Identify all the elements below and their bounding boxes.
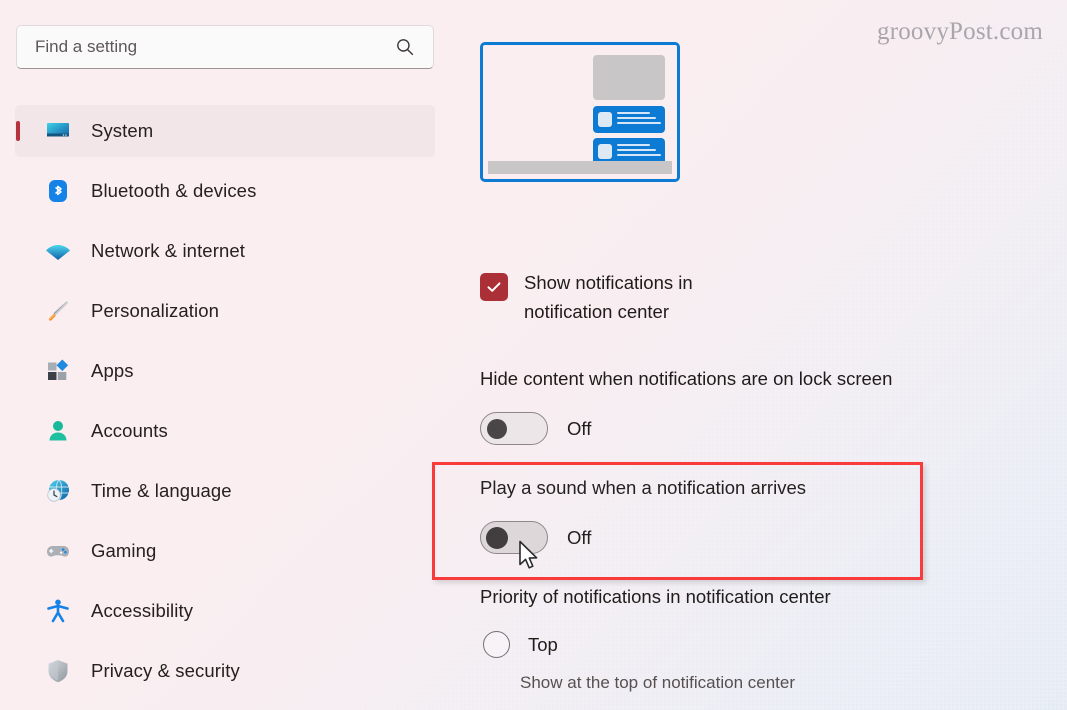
search-input[interactable] (35, 37, 395, 57)
clock-globe-icon (45, 478, 71, 504)
preview-toast-1 (593, 106, 665, 133)
show-notifications-checkbox-row[interactable]: Show notifications in notification cente… (480, 268, 754, 326)
gamepad-icon (45, 538, 71, 564)
hide-content-toggle[interactable] (480, 412, 548, 445)
search-icon[interactable] (395, 37, 415, 57)
monitor-icon (45, 118, 71, 144)
paintbrush-icon (45, 298, 71, 324)
sidebar-item-accounts[interactable]: Accounts (15, 405, 435, 457)
bluetooth-icon (45, 178, 71, 204)
sidebar-item-apps[interactable]: Apps (15, 345, 435, 397)
sidebar-item-network-internet[interactable]: Network & internet (15, 225, 435, 277)
selection-indicator (16, 121, 20, 141)
sidebar-item-time-language[interactable]: Time & language (15, 465, 435, 517)
hide-content-setting-title: Hide content when notifications are on l… (480, 368, 893, 389)
sidebar-item-personalization[interactable]: Personalization (15, 285, 435, 337)
checkbox-label: Show notifications in notification cente… (524, 272, 693, 322)
sidebar-item-gaming[interactable]: Gaming (15, 525, 435, 577)
priority-top-description: Show at the top of notification center (520, 673, 796, 692)
priority-setting-title: Priority of notifications in notificatio… (480, 586, 831, 607)
checkbox-checked-icon[interactable] (480, 273, 508, 301)
sidebar-nav-list: System Bluetooth & devices Network & int… (0, 105, 450, 705)
play-sound-toggle[interactable] (480, 521, 548, 554)
sidebar-item-label: System (91, 120, 154, 141)
hide-content-toggle-state: Off (567, 417, 592, 439)
notification-preview-illustration (480, 42, 680, 182)
sidebar-item-label: Time & language (91, 480, 232, 501)
sidebar-item-label: Apps (91, 360, 134, 381)
person-icon (45, 418, 71, 444)
sidebar-item-privacy-security[interactable]: Privacy & security (15, 645, 435, 697)
sidebar-item-label: Privacy & security (91, 660, 240, 681)
priority-top-radio-row[interactable]: Top (483, 631, 558, 658)
apps-grid-icon (45, 358, 71, 384)
hide-content-toggle-row[interactable]: Off (480, 412, 591, 445)
preview-toast-lines (617, 144, 661, 159)
sidebar-item-label: Accounts (91, 420, 168, 441)
play-sound-toggle-state: Off (567, 526, 592, 548)
sidebar-item-accessibility[interactable]: Accessibility (15, 585, 435, 637)
sidebar-item-label: Gaming (91, 540, 157, 561)
settings-window: System Bluetooth & devices (0, 0, 1067, 710)
sidebar-item-label: Bluetooth & devices (91, 180, 257, 201)
sidebar-item-label: Personalization (91, 300, 219, 321)
main-content: Show notifications in notification cente… (450, 0, 1067, 710)
play-sound-setting-title: Play a sound when a notification arrives (480, 477, 806, 498)
preview-toast-app-icon (598, 144, 612, 159)
radio-unselected-icon[interactable] (483, 631, 510, 658)
preview-toast-lines (617, 112, 661, 127)
sidebar-item-label: Accessibility (91, 600, 194, 621)
toggle-knob (486, 526, 508, 549)
sidebar-item-label: Network & internet (91, 240, 245, 261)
toggle-knob (487, 418, 507, 439)
preview-toast-app-icon (598, 112, 612, 127)
preview-wallpaper-thumb (593, 55, 665, 100)
sidebar-item-system[interactable]: System (15, 105, 435, 157)
preview-taskbar (488, 161, 672, 174)
priority-top-label: Top (528, 633, 558, 655)
sidebar-item-bluetooth-devices[interactable]: Bluetooth & devices (15, 165, 435, 217)
wifi-icon (45, 238, 71, 264)
play-sound-toggle-row[interactable]: Off (480, 521, 591, 554)
watermark: groovyPost.com (877, 18, 1043, 45)
shield-icon (45, 658, 71, 684)
accessibility-icon (45, 598, 71, 624)
search-box[interactable] (16, 25, 434, 69)
sidebar: System Bluetooth & devices (0, 0, 450, 710)
